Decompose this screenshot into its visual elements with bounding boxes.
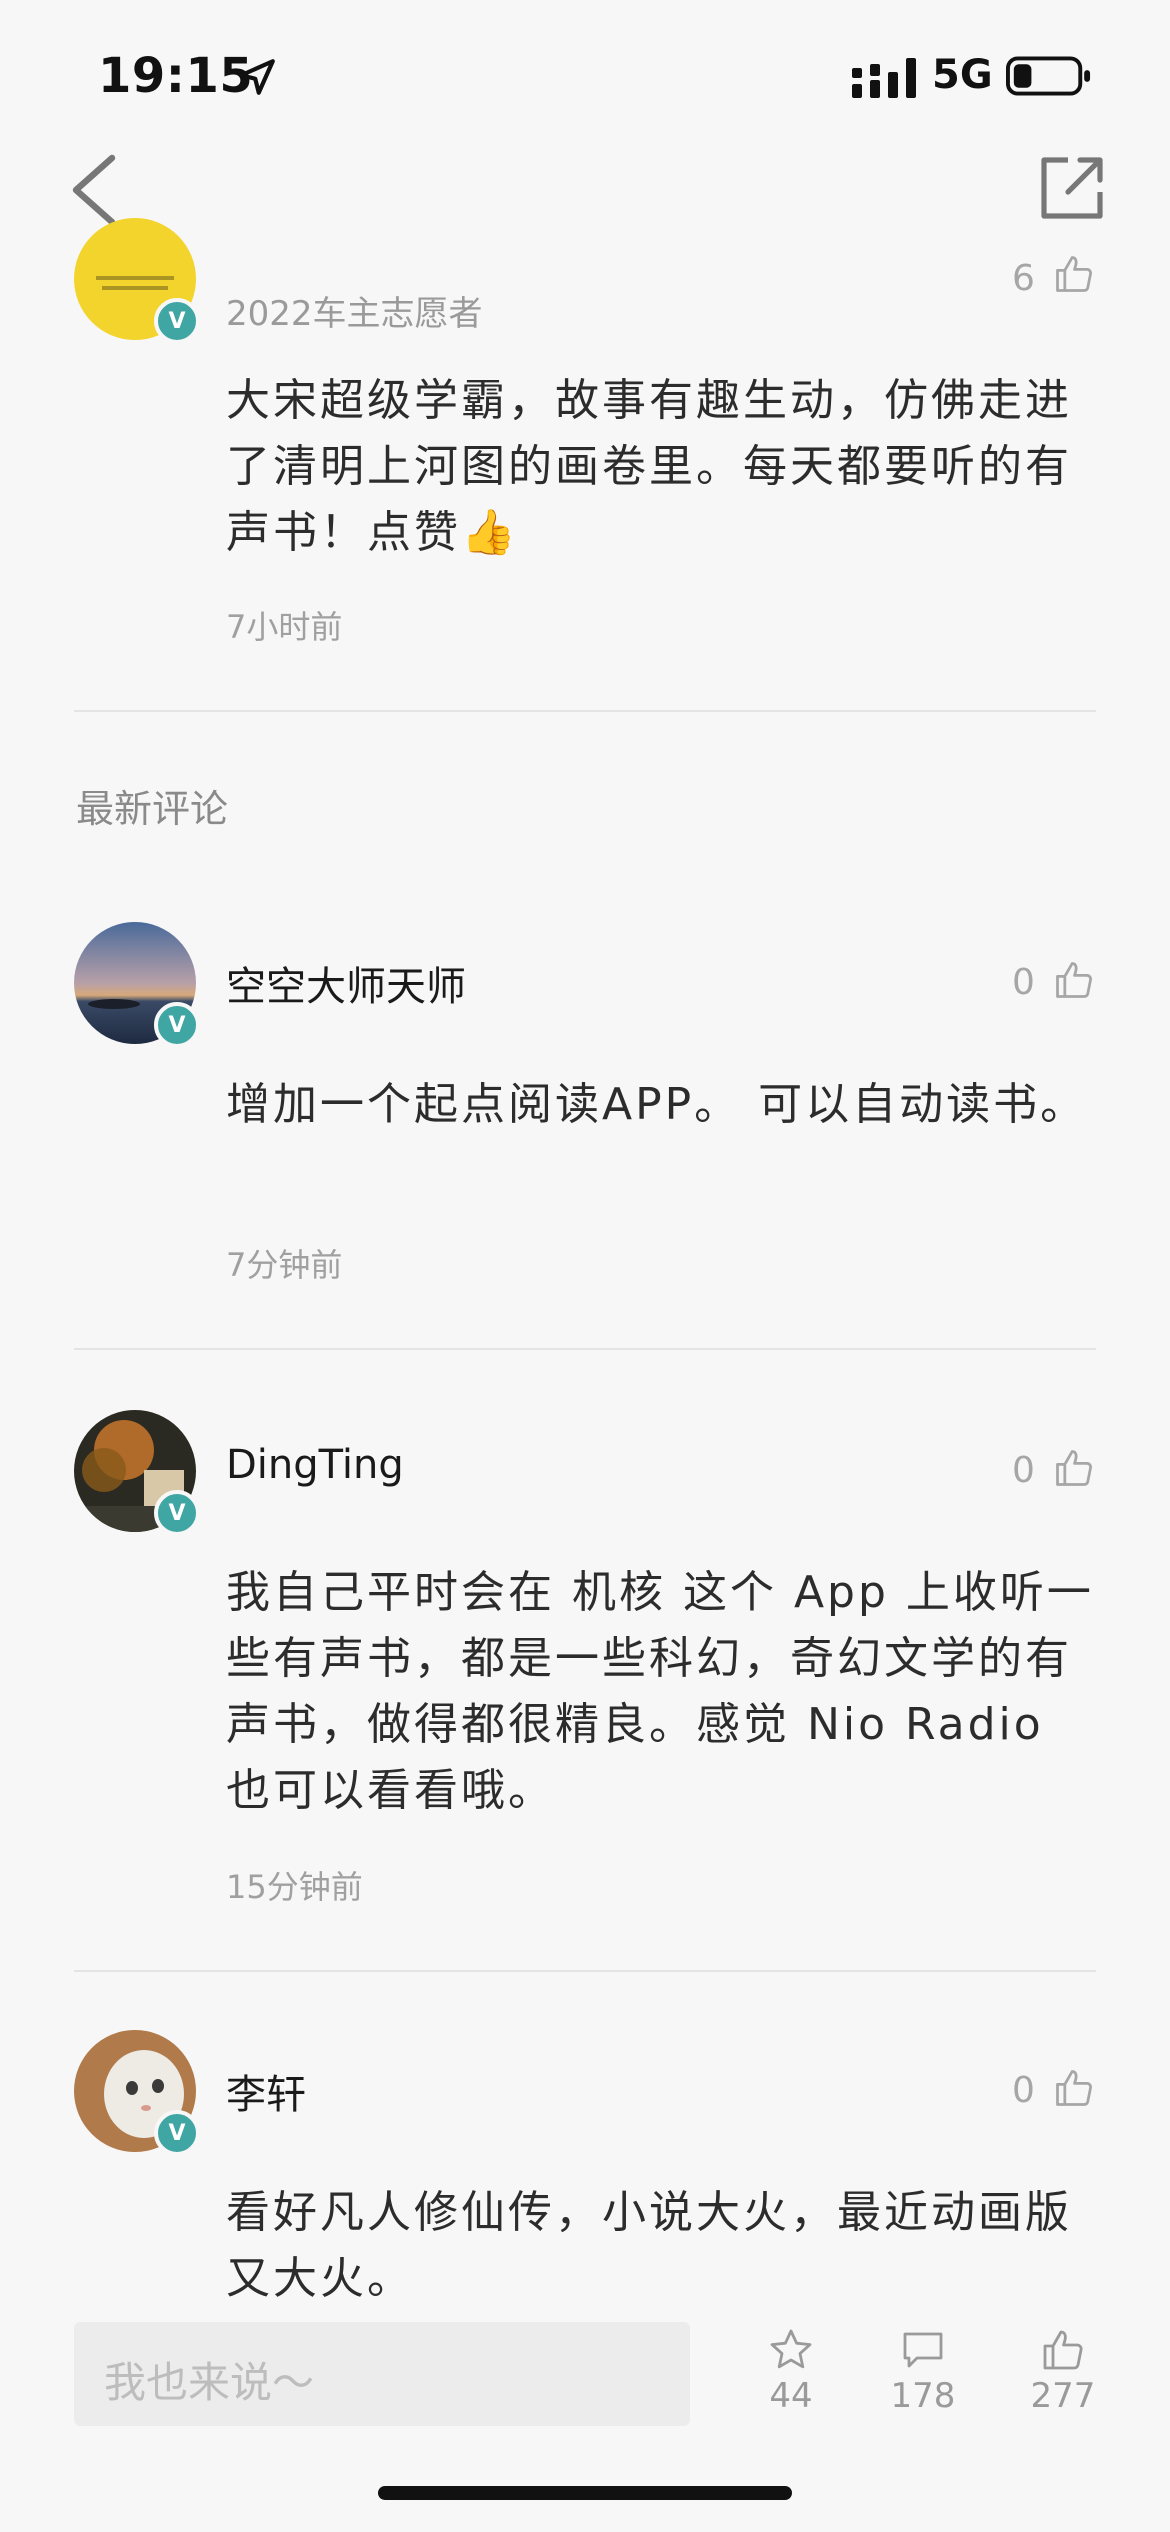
comments-button[interactable]: 178 (868, 2326, 978, 2416)
divider (74, 1970, 1096, 1972)
user-subtitle: 2022车主志愿者 (226, 294, 483, 334)
verified-badge-icon: V (154, 298, 200, 344)
likes-count: 277 (1030, 2376, 1096, 2416)
thumbs-up-icon[interactable] (1052, 252, 1096, 296)
cellular-signal-icon (852, 58, 916, 98)
like-count: 0 (1012, 1450, 1035, 1491)
verified-badge-icon: V (154, 2110, 200, 2156)
thumbs-up-icon[interactable] (1052, 1446, 1096, 1490)
status-time: 19:15 (98, 48, 254, 104)
battery-icon (1006, 56, 1091, 96)
comments-count: 178 (890, 2376, 956, 2416)
comment-text: 增加一个起点阅读APP。 可以自动读书。 (226, 1079, 1088, 1130)
comment-username[interactable]: DingTing (226, 1442, 404, 1488)
star-icon (770, 2329, 812, 2369)
verified-badge-icon: V (154, 1002, 200, 1048)
favorite-count: 44 (769, 2376, 813, 2416)
comment-input-placeholder: 我也来说～ (104, 2358, 315, 2407)
comment-text-body: 大宋超级学霸，故事有趣生动，仿佛走进了清明上河图的画卷里。每天都要听的有声书！点… (226, 375, 1072, 558)
like-count: 0 (1012, 962, 1035, 1003)
comment-username[interactable]: 空空大师天师 (226, 954, 466, 1012)
thumbs-up-icon[interactable] (1052, 958, 1096, 1002)
comment-text: 看好凡人修仙传，小说大火，最近动画版又大火。 (226, 2187, 1072, 2304)
divider (74, 1348, 1096, 1350)
section-title-latest-comments: 最新评论 (76, 787, 229, 831)
comment-time: 7小时前 (226, 608, 343, 646)
verified-badge-icon: V (154, 1490, 200, 1536)
thumbs-up-emoji: 👍 (461, 507, 519, 558)
share-icon[interactable] (1036, 152, 1108, 224)
like-count: 0 (1012, 2070, 1035, 2111)
comment-bubble-icon (903, 2332, 943, 2368)
comment-text: 我自己平时会在 机核 这个 App 上收听一些有声书，都是一些科幻，奇幻文学的有… (226, 1567, 1094, 1816)
network-type: 5G (932, 52, 993, 98)
back-chevron-icon[interactable] (60, 150, 130, 230)
divider (74, 710, 1096, 712)
home-indicator (378, 2486, 792, 2500)
thumbs-up-icon (1043, 2330, 1083, 2370)
thumbs-up-icon[interactable] (1052, 2066, 1096, 2110)
like-count: 6 (1012, 258, 1035, 299)
location-arrow-icon (239, 59, 275, 95)
favorite-button[interactable]: 44 (736, 2326, 846, 2416)
like-button[interactable]: 277 (1008, 2326, 1118, 2416)
comment-text: 大宋超级学霸，故事有趣生动，仿佛走进了清明上河图的画卷里。每天都要听的有声书！点… (226, 368, 1096, 566)
comment-time: 15分钟前 (226, 1868, 363, 1906)
comment-username[interactable]: 李轩 (226, 2062, 306, 2120)
comment-time: 7分钟前 (226, 1246, 343, 1284)
